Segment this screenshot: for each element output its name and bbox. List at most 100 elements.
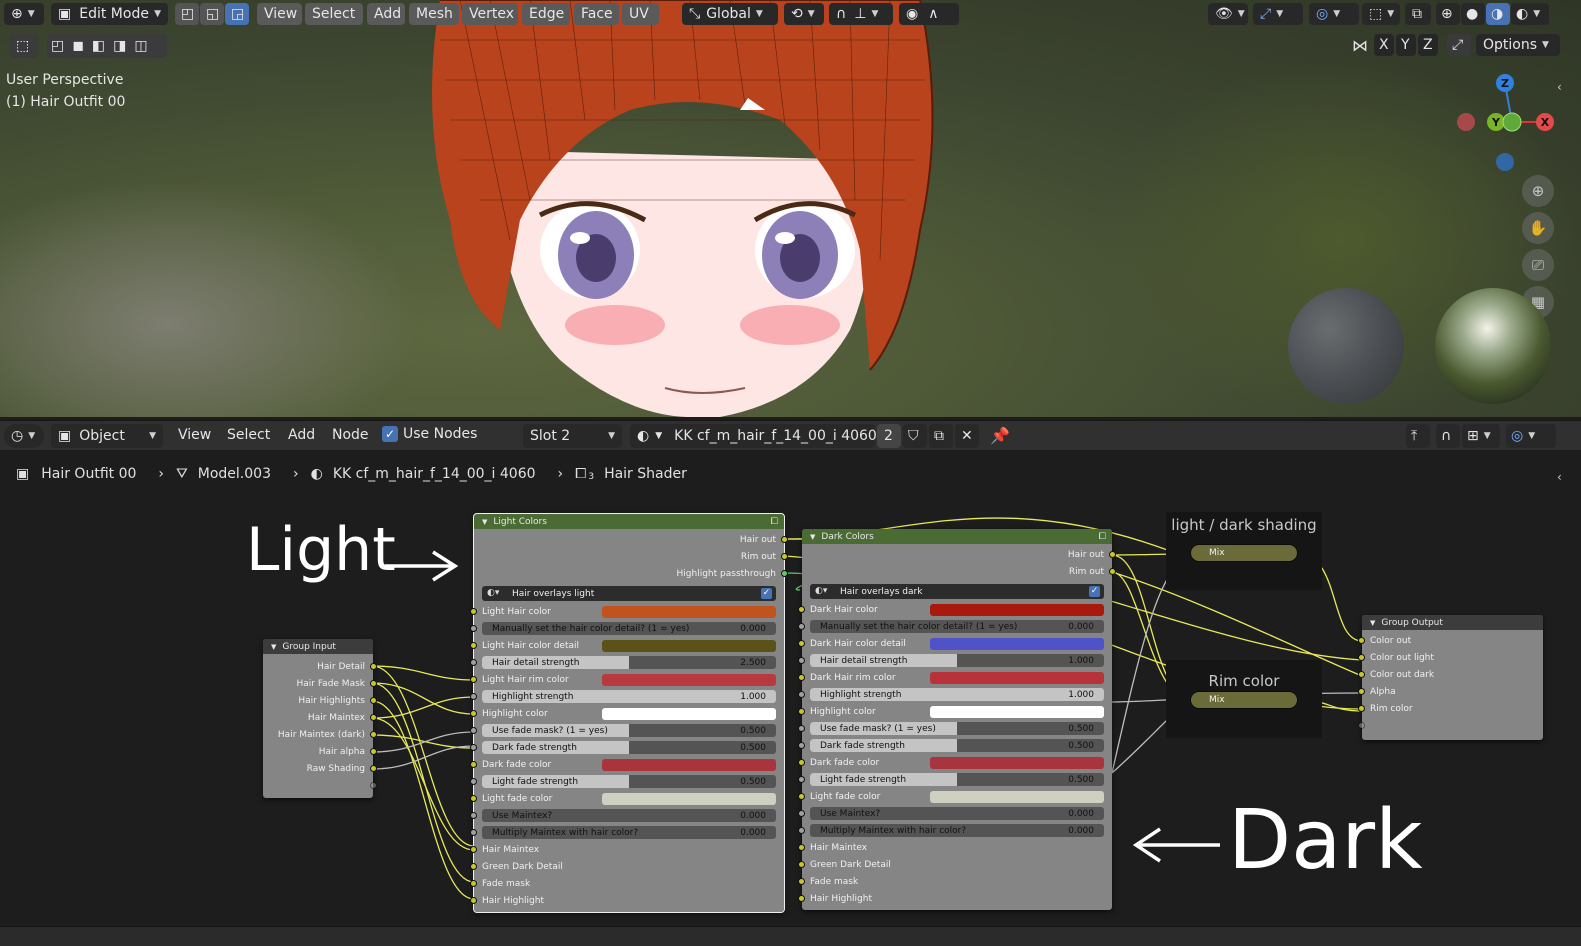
socket-dot[interactable] [798, 623, 805, 630]
shader-type-dropdown[interactable]: ▣ Object ▼ [51, 424, 163, 448]
color-swatch[interactable] [930, 705, 1104, 718]
socket-dot[interactable] [798, 827, 805, 834]
dark-colors-node[interactable]: ▼ Dark Colors ⧠ Hair out Rim out ◐▾ Hair over… [798, 529, 1116, 910]
mirror-z-toggle[interactable]: Z [1418, 34, 1438, 56]
snap-element-dropdown[interactable]: ⊞ ▼ [1462, 424, 1500, 448]
socket-dot[interactable] [470, 761, 477, 768]
pivot-point-dropdown[interactable]: ⟲ ▼ [784, 3, 824, 25]
value-slider[interactable]: Dark fade strength 0.500 [810, 739, 1104, 752]
node-header[interactable]: ▼ Group Input [263, 639, 373, 654]
menu-node[interactable]: Node [332, 427, 369, 443]
vertex-select-button[interactable]: ◰ [175, 3, 199, 25]
snap-toggle[interactable]: ∩ [1436, 424, 1460, 448]
socket-dot[interactable] [470, 812, 477, 819]
navigation-gizmo[interactable]: Z X Y [1450, 70, 1560, 180]
socket-dot[interactable] [470, 693, 477, 700]
socket-dot[interactable] [370, 731, 377, 738]
color-input-row[interactable]: Dark fade color [482, 758, 776, 771]
socket-dot[interactable] [470, 744, 477, 751]
zoom-icon[interactable]: ⊕ [1522, 175, 1554, 207]
color-swatch[interactable] [602, 792, 776, 805]
fake-user-button[interactable]: ⛉ [903, 424, 927, 448]
gizmo-toggle[interactable]: ⤢ ▼ [1253, 3, 1303, 25]
material-selector[interactable]: ◐▾ Hair overlays light ✓ [482, 586, 776, 601]
value-slider[interactable]: Multiply Maintex with hair color? 0.000 [482, 826, 776, 839]
socket-dot[interactable] [470, 863, 477, 870]
pin-icon[interactable]: 📌 [990, 426, 1010, 445]
material-selector[interactable]: ◐▾ Hair overlays dark ✓ [810, 584, 1104, 599]
socket-dot[interactable] [798, 776, 805, 783]
value-slider[interactable]: Use fade mask? (1 = yes) 0.500 [810, 722, 1104, 735]
menu-add[interactable]: Add [288, 427, 315, 443]
mix-node[interactable]: Mix [1190, 691, 1298, 709]
socket-dot[interactable] [798, 878, 805, 885]
value-slider[interactable]: Dark fade strength 0.500 [482, 741, 776, 754]
color-input-row[interactable]: Highlight color [482, 707, 776, 720]
camera-view-icon[interactable]: ⎚ [1522, 249, 1554, 281]
socket-dot[interactable] [370, 765, 377, 772]
node-header[interactable]: ▼ Dark Colors ⧠ [802, 529, 1112, 544]
menu-add[interactable]: Add [367, 3, 405, 25]
mirror-x-toggle[interactable]: X [1374, 34, 1394, 56]
color-swatch[interactable] [930, 603, 1104, 616]
socket-dot[interactable] [470, 642, 477, 649]
color-input-row[interactable]: Light fade color [810, 790, 1104, 803]
socket-dot[interactable] [470, 897, 477, 904]
node-canvas[interactable]: ▣ Hair Outfit 00 › ⛛ Model.003 › ◐ KK cf… [0, 450, 1581, 938]
value-slider[interactable]: Hair detail strength 1.000 [810, 654, 1104, 667]
value-slider[interactable]: Light fade strength 0.500 [482, 775, 776, 788]
snapping-dropdown[interactable]: ∩ ⊥ ▼ [829, 3, 893, 25]
gizmo-neg-z-axis[interactable] [1496, 153, 1514, 171]
color-swatch[interactable] [930, 637, 1104, 650]
group-output-node[interactable]: ▼ Group Output Color out Color out light Co… [1358, 615, 1543, 740]
pan-hand-icon[interactable]: ✋ [1522, 212, 1554, 244]
value-slider[interactable]: Manually set the hair color detail? (1 =… [482, 622, 776, 635]
socket-dot[interactable] [798, 844, 805, 851]
socket-dot[interactable] [781, 536, 788, 543]
color-swatch[interactable] [602, 758, 776, 771]
menu-mesh[interactable]: Mesh [409, 3, 459, 25]
menu-vertex[interactable]: Vertex [462, 3, 518, 25]
color-input-row[interactable]: Light fade color [482, 792, 776, 805]
socket-dot[interactable] [370, 714, 377, 721]
socket-dot[interactable] [1358, 654, 1365, 661]
transform-orientation-dropdown[interactable]: ⤡ Global ▼ [682, 3, 778, 25]
material-preview-button[interactable]: ◑ [1486, 3, 1510, 25]
socket-dot[interactable] [1358, 688, 1365, 695]
color-swatch[interactable] [602, 673, 776, 686]
menu-uv[interactable]: UV [622, 3, 659, 25]
socket-dot[interactable] [470, 659, 477, 666]
socket-dot[interactable] [470, 608, 477, 615]
duplicate-material-button[interactable]: ⧉ [929, 424, 953, 448]
visibility-dropdown[interactable]: 👁 ▼ [1208, 3, 1248, 25]
socket-dot[interactable] [1358, 722, 1365, 729]
use-nodes-checkbox[interactable]: ✓ Use Nodes [382, 426, 477, 442]
color-input-row[interactable]: Highlight color [810, 705, 1104, 718]
tool-select-button[interactable]: ⬚ [10, 34, 38, 58]
value-slider[interactable]: Use Maintex? 0.000 [810, 807, 1104, 820]
edge-select-button[interactable]: ◱ [200, 3, 224, 25]
menu-select[interactable]: Select [305, 3, 363, 25]
editor-type-button[interactable]: ◷ ▼ [4, 424, 44, 448]
proportional-editing-button[interactable]: ◉ ∧ [899, 3, 959, 25]
color-input-row[interactable]: Dark Hair color [810, 603, 1104, 616]
socket-dot[interactable] [470, 727, 477, 734]
value-slider[interactable]: Highlight strength 1.000 [482, 690, 776, 703]
socket-dot[interactable] [470, 829, 477, 836]
socket-dot[interactable] [798, 657, 805, 664]
color-input-row[interactable]: Dark Hair color detail [810, 637, 1104, 650]
wireframe-shading-button[interactable]: ⊕ [1436, 3, 1460, 25]
menu-select[interactable]: Select [227, 427, 270, 443]
value-slider[interactable]: Multiply Maintex with hair color? 0.000 [810, 824, 1104, 837]
mix-node[interactable]: Mix [1190, 544, 1298, 562]
socket-dot[interactable] [798, 640, 805, 647]
socket-dot[interactable] [470, 710, 477, 717]
value-slider[interactable]: Use Maintex? 0.000 [482, 809, 776, 822]
color-input-row[interactable]: Light Hair color [482, 605, 776, 618]
xray-toggle[interactable]: ⧉ [1405, 3, 1431, 25]
checkbox-checked-icon[interactable]: ✓ [761, 588, 772, 599]
socket-dot[interactable] [798, 725, 805, 732]
value-slider[interactable]: Manually set the hair color detail? (1 =… [810, 620, 1104, 633]
socket-dot[interactable] [470, 880, 477, 887]
rendered-shading-button[interactable]: ◐ ▼ [1511, 3, 1549, 25]
